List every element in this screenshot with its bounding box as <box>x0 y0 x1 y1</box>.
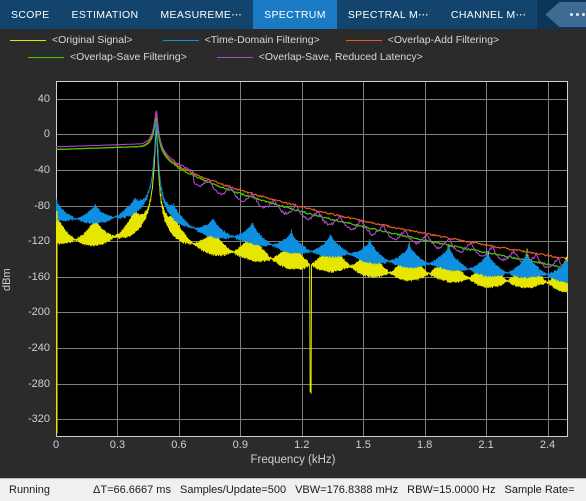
spectrum-traces-svg <box>56 81 568 437</box>
legend-swatch-overlap-save-reduced-latency <box>216 56 253 58</box>
ribbon-tab-bar: SCOPE ESTIMATION MEASUREME⋯ SPECTRUM SPE… <box>0 0 586 29</box>
y-tick-label: 40 <box>37 92 50 105</box>
x-axis-ticks: 0 0.3 0.6 0.9 1.2 1.5 1.8 2.1 2.4 <box>0 439 586 455</box>
legend-item-time-domain-filtering[interactable]: <Time-Domain Filtering> <box>162 34 320 46</box>
x-tick-label: 0 <box>52 439 60 451</box>
tab-scope[interactable]: SCOPE <box>0 0 61 29</box>
x-tick-label: 0.9 <box>232 439 248 451</box>
legend-item-overlap-save-reduced-latency[interactable]: <Overlap-Save, Reduced Latency> <box>216 51 423 63</box>
y-tick-label: -200 <box>27 306 50 319</box>
legend-item-original-signal[interactable]: <Original Signal> <box>10 34 133 46</box>
tab-measurements[interactable]: MEASUREME⋯ <box>149 0 253 29</box>
y-tick-label: -240 <box>27 342 50 354</box>
tab-label: SPECTRAL M⋯ <box>347 8 429 21</box>
status-rbw: RBW=15.0000 Hz <box>407 484 496 496</box>
status-samples-per-update: Samples/Update=500 <box>179 484 287 496</box>
status-bar: Running ΔT=66.6667 ms Samples/Update=500 V… <box>0 478 586 501</box>
x-axis-label: Frequency (kHz) <box>250 454 336 466</box>
legend-label: <Overlap-Add Filtering> <box>387 34 500 46</box>
tab-estimation[interactable]: ESTIMATION <box>61 0 150 29</box>
status-metrics: ΔT=66.6667 ms Samples/Update=500 VBW=176.8… <box>93 484 586 496</box>
spectrum-plot-area: dBm 40 0 -40 -80 -120 -160 -200 -240 -280 -320 00… <box>0 69 586 478</box>
tab-overflow-button[interactable] <box>545 2 586 27</box>
legend-label: <Time-Domain Filtering> <box>204 34 320 46</box>
y-tick-label: -120 <box>27 235 50 248</box>
legend-item-overlap-add-filtering[interactable]: <Overlap-Add Filtering> <box>345 34 500 46</box>
legend-label: <Overlap-Save, Reduced Latency> <box>258 51 423 63</box>
legend-label: <Original Signal> <box>52 34 133 46</box>
y-axis-ticks: 40 0 -40 -80 -120 -160 -200 -240 -280 -320 <box>6 69 50 478</box>
x-tick-label: 1.2 <box>294 439 310 451</box>
legend-row-2: <Overlap-Save Filtering> <Overlap-Save, … <box>0 48 586 66</box>
tab-overflow-container <box>537 0 586 29</box>
x-tick-label: 0.6 <box>171 439 187 451</box>
tab-channel-measurements[interactable]: CHANNEL M⋯ <box>440 0 537 29</box>
status-state: Running <box>9 484 50 496</box>
tab-spectral-mask[interactable]: SPECTRAL M⋯ <box>337 0 440 29</box>
y-tick-label: -320 <box>27 413 50 426</box>
legend-item-overlap-save-filtering[interactable]: <Overlap-Save Filtering> <box>28 51 187 63</box>
legend-swatch-overlap-save-filtering <box>28 56 64 58</box>
legend-swatch-time-domain-filtering <box>162 39 199 41</box>
legend-swatch-original-signal <box>10 39 46 41</box>
x-tick-label: 2.1 <box>478 439 494 451</box>
tab-label: SPECTRUM <box>264 8 326 21</box>
tab-label: MEASUREME⋯ <box>160 8 243 21</box>
x-tick-label: 2.4 <box>539 439 556 451</box>
legend-swatch-overlap-add-filtering <box>345 39 382 41</box>
chart-legend: <Original Signal> <Time-Domain Filtering… <box>0 29 586 69</box>
status-vbw: VBW=176.8388 mHz <box>295 484 399 496</box>
legend-label: <Overlap-Save Filtering> <box>70 51 187 63</box>
tab-label: SCOPE <box>11 8 50 21</box>
y-tick-label: 0 <box>43 128 50 141</box>
y-tick-label: -280 <box>27 377 50 390</box>
plot-canvas[interactable] <box>56 81 568 437</box>
legend-row-1: <Original Signal> <Time-Domain Filtering… <box>0 31 586 49</box>
tab-label: CHANNEL M⋯ <box>450 8 527 21</box>
tab-label: ESTIMATION <box>71 8 139 21</box>
y-tick-label: -160 <box>27 270 50 283</box>
status-delta-t: ΔT=66.6667 ms <box>93 484 171 496</box>
y-tick-label: -80 <box>34 199 50 212</box>
x-tick-label: 1.8 <box>416 439 433 451</box>
x-tick-label: 0.3 <box>109 439 126 451</box>
status-sample-rate: Sample Rate= <box>504 484 575 496</box>
tab-spectrum[interactable]: SPECTRUM <box>253 0 337 29</box>
y-tick-label: -40 <box>34 164 50 176</box>
x-tick-label: 1.5 <box>355 439 371 451</box>
ellipsis-icon <box>569 13 585 16</box>
